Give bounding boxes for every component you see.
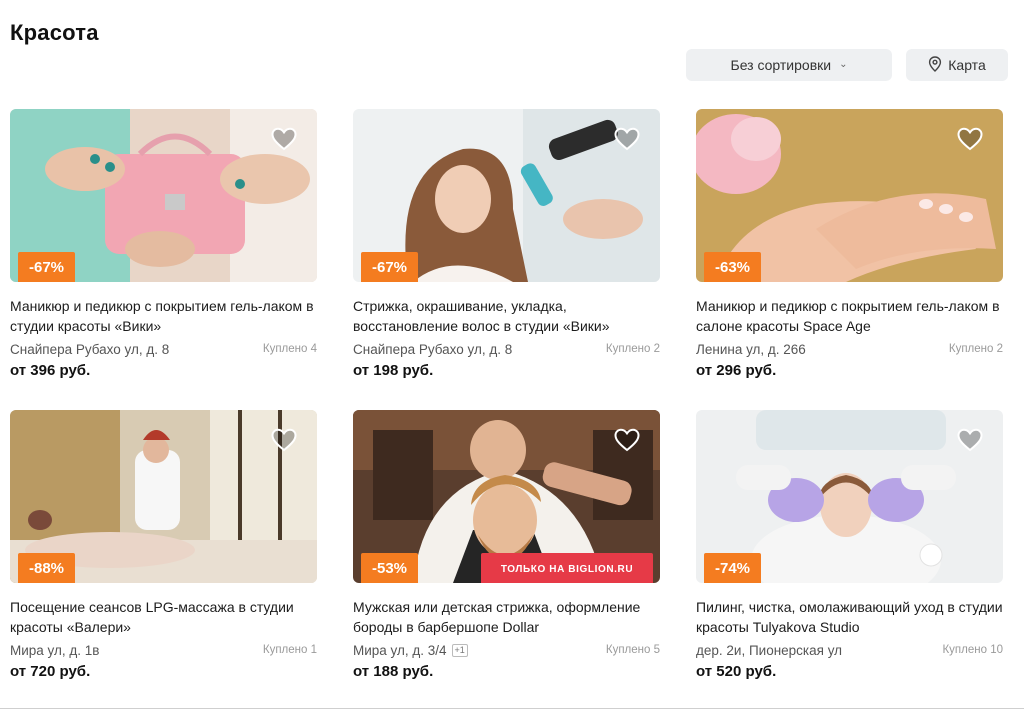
address-text: Мира ул, д. 1в: [10, 642, 100, 658]
map-label: Карта: [948, 57, 986, 73]
toolbar: Без сортировки ⌄ Карта: [686, 49, 1008, 81]
deal-card[interactable]: -67% Маникюр и педикюр с покрытием гель-…: [10, 109, 317, 388]
deal-price: от 720 руб.: [10, 663, 91, 680]
deal-card[interactable]: -74% Пилинг, чистка, омолаживающий уход …: [696, 410, 1003, 689]
address-text: дер. 2и, Пионерская ул: [696, 642, 843, 658]
deal-title[interactable]: Маникюр и педикюр с покрытием гель-лаком…: [696, 296, 1003, 336]
deal-meta: Мира ул, д. 1в Куплено 1: [10, 640, 317, 660]
favorite-heart-icon[interactable]: [271, 428, 297, 452]
divider: [0, 708, 1024, 709]
map-button[interactable]: Карта: [906, 49, 1008, 81]
deal-price: от 396 руб.: [10, 362, 91, 379]
address-text: Снайпера Рубахо ул, д. 8: [353, 341, 513, 357]
bought-count: Куплено 10: [942, 644, 1003, 656]
bought-count: Куплено 5: [605, 644, 660, 656]
deal-address: дер. 2и, Пионерская ул: [696, 643, 842, 658]
deal-image[interactable]: -67%: [353, 109, 660, 282]
deal-price: от 296 руб.: [696, 362, 777, 379]
favorite-heart-icon[interactable]: [957, 127, 983, 151]
deal-title[interactable]: Мужская или детская стрижка, оформление …: [353, 597, 660, 637]
deal-card[interactable]: -63% Маникюр и педикюр с покрытием гель-…: [696, 109, 1003, 388]
more-addresses-badge[interactable]: +1: [451, 643, 468, 657]
deal-meta: дер. 2и, Пионерская ул Куплено 10: [696, 640, 1003, 660]
discount-badge: -67%: [361, 252, 419, 282]
deal-meta: Снайпера Рубахо ул, д. 8 Куплено 4: [10, 339, 317, 359]
deal-price: от 188 руб.: [353, 663, 434, 680]
deal-card[interactable]: -67% Стрижка, окрашивание, укладка, восс…: [353, 109, 660, 388]
deal-image[interactable]: -88%: [10, 410, 317, 583]
favorite-heart-icon[interactable]: [614, 127, 640, 151]
discount-badge: -53%: [361, 553, 419, 583]
deal-meta: Ленина ул, д. 266 Куплено 2: [696, 339, 1003, 359]
sort-dropdown[interactable]: Без сортировки ⌄: [686, 49, 892, 81]
deals-grid: -67% Маникюр и педикюр с покрытием гель-…: [10, 109, 1003, 689]
deal-price: от 520 руб.: [696, 663, 777, 680]
favorite-heart-icon[interactable]: [271, 127, 297, 151]
discount-badge: -88%: [18, 553, 76, 583]
deal-title[interactable]: Пилинг, чистка, омолаживающий уход в сту…: [696, 597, 1003, 637]
deal-card[interactable]: -53% ТОЛЬКО НА BIGLION.RU Мужская или де…: [353, 410, 660, 689]
deal-address: Мира ул, д. 1в: [10, 643, 99, 658]
deal-address: Снайпера Рубахо ул, д. 8: [10, 342, 169, 357]
deal-title[interactable]: Посещение сеансов LPG-массажа в студии к…: [10, 597, 317, 637]
favorite-heart-icon[interactable]: [614, 428, 640, 452]
discount-badge: -74%: [704, 553, 762, 583]
bought-count: Куплено 2: [948, 343, 1003, 355]
sort-label: Без сортировки: [730, 57, 832, 73]
map-pin-icon: [928, 55, 942, 75]
bought-count: Куплено 1: [262, 644, 317, 656]
page-title: Красота: [10, 20, 99, 45]
exclusive-badge: ТОЛЬКО НА BIGLION.RU: [481, 553, 653, 583]
deal-image[interactable]: -74%: [696, 410, 1003, 583]
deal-title[interactable]: Стрижка, окрашивание, укладка, восстанов…: [353, 296, 660, 336]
address-text: Мира ул, д. 3/4: [353, 642, 447, 658]
bought-count: Куплено 2: [605, 343, 660, 355]
chevron-down-icon: ⌄: [839, 58, 848, 70]
deal-image[interactable]: -67%: [10, 109, 317, 282]
deal-image[interactable]: -53% ТОЛЬКО НА BIGLION.RU: [353, 410, 660, 583]
deal-image[interactable]: -63%: [696, 109, 1003, 282]
deal-meta: Мира ул, д. 3/4 +1 Куплено 5: [353, 640, 660, 660]
deal-address: Ленина ул, д. 266: [696, 342, 806, 357]
bought-count: Куплено 4: [262, 343, 317, 355]
address-text: Снайпера Рубахо ул, д. 8: [10, 341, 170, 357]
address-text: Ленина ул, д. 266: [696, 341, 806, 357]
deal-title[interactable]: Маникюр и педикюр с покрытием гель-лаком…: [10, 296, 317, 336]
deal-address: Мира ул, д. 3/4 +1: [353, 643, 468, 658]
deal-meta: Снайпера Рубахо ул, д. 8 Куплено 2: [353, 339, 660, 359]
deal-card[interactable]: -88% Посещение сеансов LPG-массажа в сту…: [10, 410, 317, 689]
favorite-heart-icon[interactable]: [957, 428, 983, 452]
deal-price: от 198 руб.: [353, 362, 434, 379]
discount-badge: -63%: [704, 252, 762, 282]
discount-badge: -67%: [18, 252, 76, 282]
deal-address: Снайпера Рубахо ул, д. 8: [353, 342, 512, 357]
